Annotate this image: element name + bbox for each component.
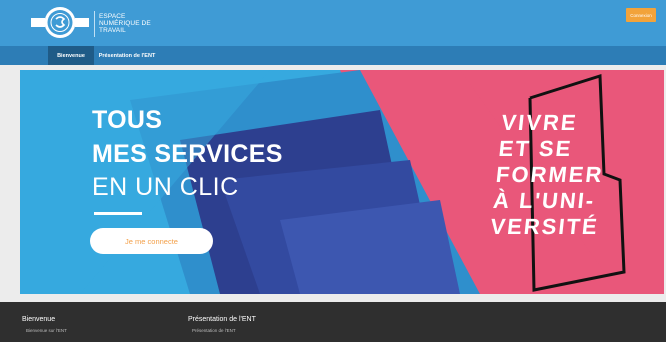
footer-heading-presentation: Présentation de l'ENT bbox=[188, 316, 256, 323]
university-logo-icon[interactable] bbox=[31, 6, 89, 39]
site-name-line: TRAVAIL bbox=[99, 27, 126, 34]
slogan-line: FORMER bbox=[494, 162, 605, 187]
tab-presentation[interactable]: Présentation de l'ENT bbox=[96, 46, 158, 65]
logo-divider bbox=[94, 11, 95, 37]
slogan-line: À L'UNI- bbox=[492, 188, 597, 213]
site-name: ESPACE NUMÉRIQUE DE TRAVAIL bbox=[99, 13, 151, 34]
slogan-line: VERSITÉ bbox=[489, 214, 601, 239]
footer-link-presentation[interactable]: Présentation de l'ENT bbox=[192, 328, 236, 333]
hero-banner: TOUS MES SERVICES EN UN CLIC Je me conne… bbox=[20, 70, 664, 294]
site-name-line: ESPACE bbox=[99, 13, 126, 20]
slogan-line: VIVRE bbox=[500, 110, 579, 135]
login-button[interactable]: Je me connecte bbox=[90, 228, 213, 254]
hero-title-line-3: EN UN CLIC bbox=[92, 173, 239, 201]
hero-divider bbox=[94, 212, 142, 215]
footer-link-bienvenue[interactable]: Bienvenue sur l'ENT bbox=[26, 328, 67, 333]
connect-button[interactable]: Connexion bbox=[626, 8, 656, 22]
hero-title-line-2: MES SERVICES bbox=[92, 140, 283, 168]
login-button-label: Je me connecte bbox=[125, 236, 178, 246]
footer-heading-bienvenue: Bienvenue bbox=[22, 316, 56, 323]
site-name-line: NUMÉRIQUE DE bbox=[99, 20, 151, 27]
tab-bienvenue[interactable]: Bienvenue bbox=[48, 46, 94, 65]
footer: Bienvenue Bienvenue sur l'ENT Présentati… bbox=[0, 302, 666, 342]
hero-title-line-1: TOUS bbox=[92, 106, 163, 134]
hero-slogan: VIVRE ET SE FORMER À L'UNI- VERSITÉ bbox=[489, 110, 611, 240]
slogan-line: ET SE bbox=[497, 136, 574, 161]
